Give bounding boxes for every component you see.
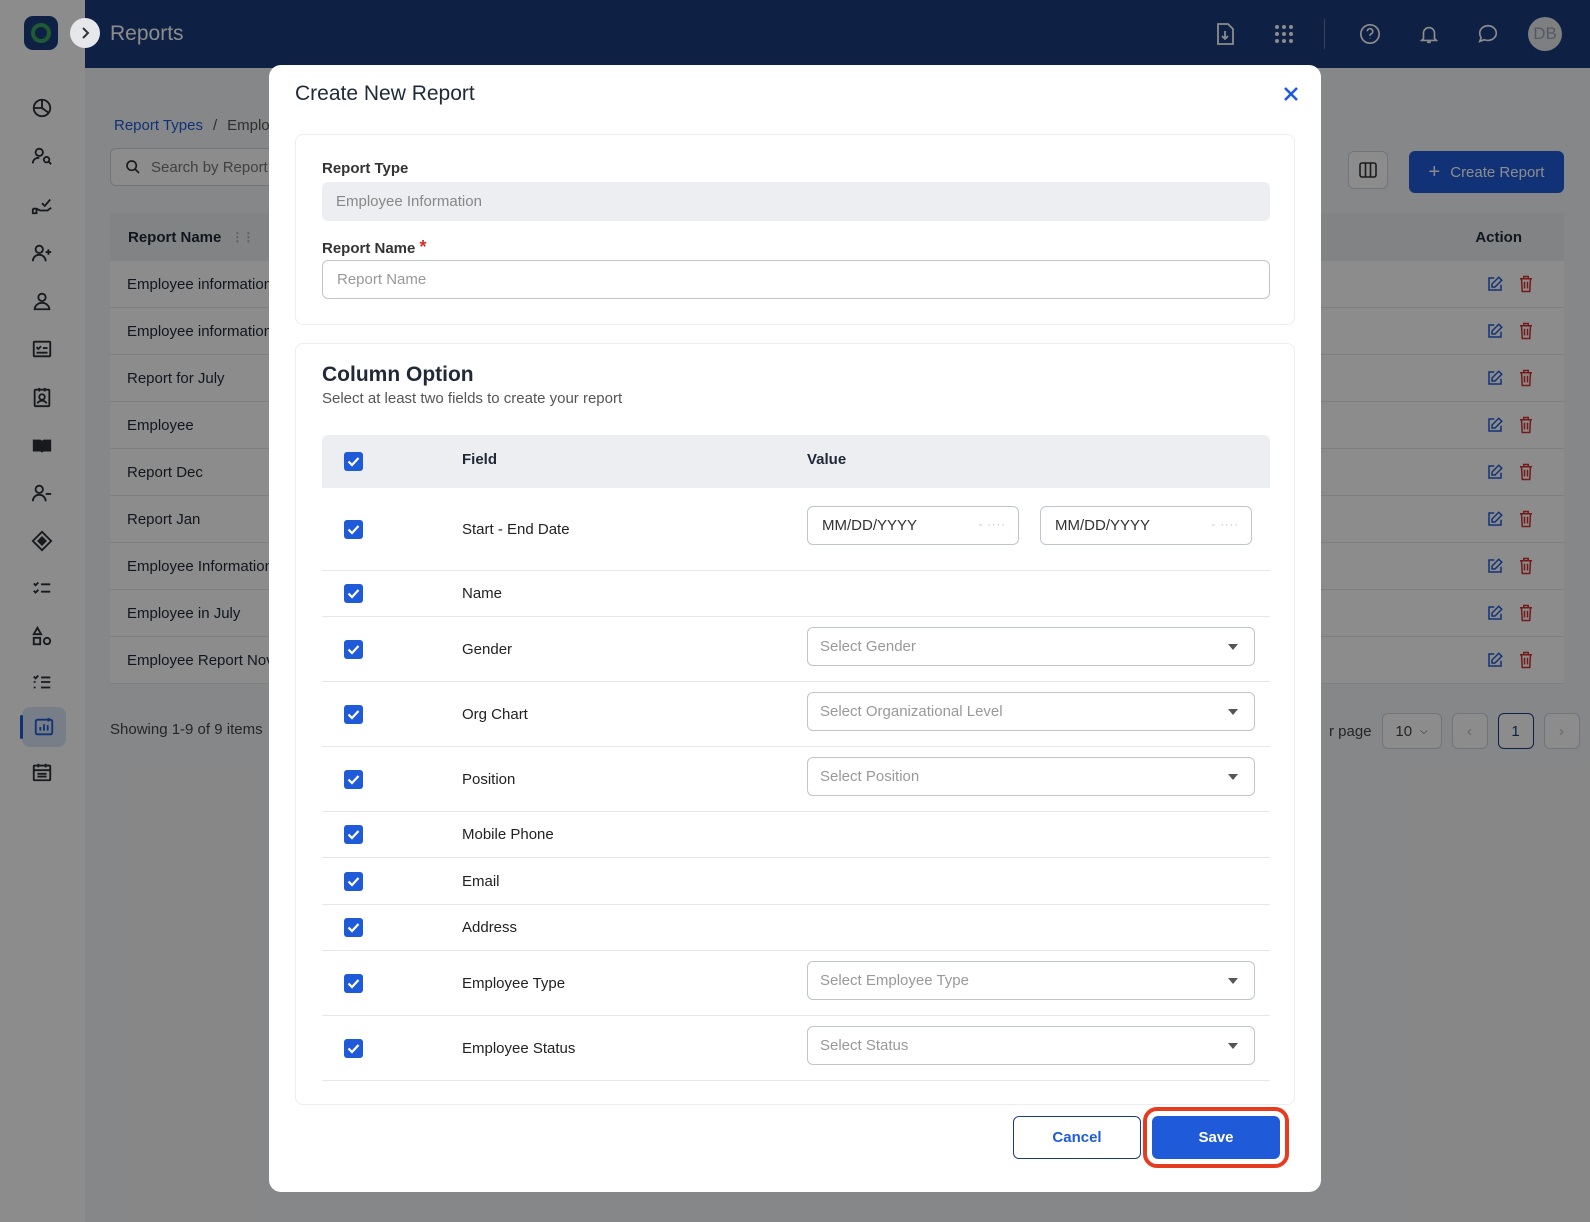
field-row: Org Chart Select Organizational Level [322,682,1270,747]
check-icon [347,1043,360,1054]
field-row: Email [322,858,1270,905]
check-icon [347,709,360,720]
field-row: Address [322,905,1270,951]
field-checkbox[interactable] [344,871,363,891]
chevron-down-icon [1228,708,1238,715]
field-name: Address [462,919,518,936]
field-row: Name [322,571,1270,617]
field-row: Employee Status Select Status [322,1016,1270,1081]
field-name: Position [462,770,516,788]
field-checkbox[interactable] [344,825,363,844]
report-details-card: Report Type Employee Information Report … [295,134,1295,325]
field-name: Mobile Phone [462,826,554,843]
field-value-select[interactable]: Select Position [807,756,1255,796]
field-row: Start - End Date MM/DD/YYYY - ···· MM/DD/YY… [322,488,1270,571]
value-header: Value [807,451,847,468]
sidebar-collapse-button[interactable] [70,18,100,48]
check-icon [347,589,360,599]
check-icon [347,524,360,535]
field-checkbox[interactable] [344,639,363,659]
column-options-grid: Field Value Start - End Date MM/DD/YYYY - … [322,435,1270,1081]
field-checkbox[interactable] [344,1038,363,1058]
chevron-down-icon [1228,1042,1238,1049]
check-icon [347,830,360,840]
modal-title: Create New Report [295,82,475,105]
field-name: Employee Status [462,1039,576,1057]
close-icon [1284,87,1298,101]
field-name: Email [462,872,500,890]
check-icon [347,644,360,655]
field-checkbox[interactable] [344,769,363,789]
field-checkbox[interactable] [344,918,363,937]
chevron-down-icon [1228,977,1238,984]
check-icon [347,457,360,467]
check-icon [347,978,360,989]
check-icon [347,876,360,887]
chevron-down-icon [1228,773,1238,780]
report-name-input[interactable] [322,260,1270,299]
field-name: Name [462,585,503,602]
column-option-subtitle: Select at least two fields to create you… [322,390,623,407]
start-date-input[interactable]: MM/DD/YYYY - ···· [807,505,1019,545]
field-name: Org Chart [462,705,528,723]
grid-header: Field Value [322,435,1270,488]
chevron-right-icon [82,27,90,39]
report-type-label: Report Type [322,160,409,177]
field-name: Gender [462,640,513,658]
field-checkbox[interactable] [344,704,363,724]
field-value-select[interactable]: Select Status [807,1025,1255,1065]
field-checkbox[interactable] [344,519,363,539]
chevron-down-icon [1228,643,1238,650]
field-value-select[interactable]: Select Employee Type [807,960,1255,1000]
field-row: Position Select Position [322,747,1270,812]
field-row: Mobile Phone [322,812,1270,858]
required-asterisk: * [419,237,427,257]
field-name: Start - End Date [462,520,570,538]
report-name-label: Report Name * [322,237,427,257]
end-date-input[interactable]: MM/DD/YYYY - ···· [1040,505,1252,545]
close-modal-button[interactable] [1279,82,1303,106]
field-row: Employee Type Select Employee Type [322,951,1270,1016]
column-option-card: Column Option Select at least two fields… [295,343,1295,1105]
field-value-select[interactable]: Select Gender [807,626,1255,666]
field-header: Field [462,451,498,468]
field-value-select[interactable]: Select Organizational Level [807,691,1255,731]
check-icon [347,774,360,785]
field-checkbox[interactable] [344,584,363,603]
select-all-checkbox[interactable] [344,452,363,471]
field-checkbox[interactable] [344,973,363,993]
save-button[interactable]: Save [1152,1116,1280,1159]
check-icon [347,923,360,933]
cancel-button[interactable]: Cancel [1013,1116,1141,1159]
create-report-modal: Create New Report Report Type Employee I… [269,65,1321,1192]
report-type-field: Employee Information [322,182,1270,221]
field-row: Gender Select Gender [322,617,1270,682]
field-name: Employee Type [462,974,566,992]
column-option-title: Column Option [322,363,474,386]
